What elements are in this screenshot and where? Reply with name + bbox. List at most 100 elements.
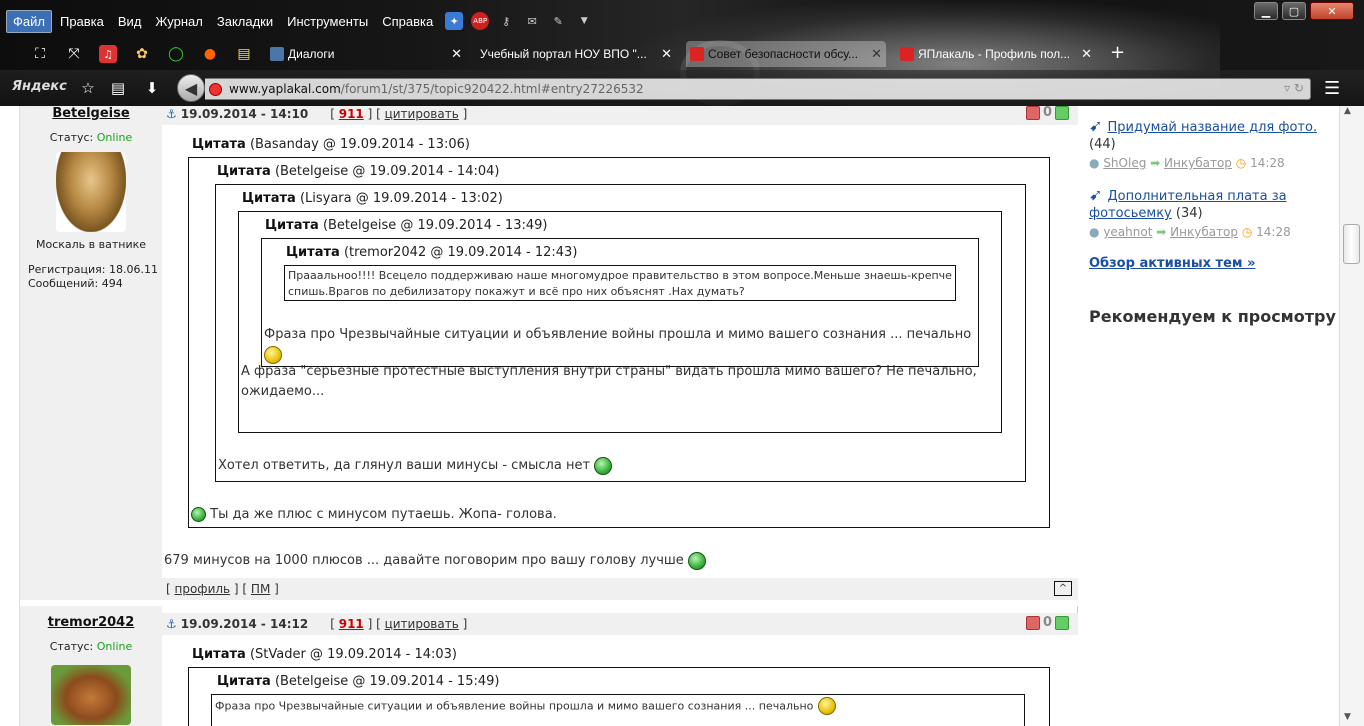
pinned-tab-doc-icon[interactable]: ▤ — [232, 42, 256, 66]
menu-file[interactable]: Файл — [6, 9, 52, 33]
rating-link[interactable]: 911 — [339, 107, 364, 121]
smiley-icon — [191, 507, 206, 522]
nav-bar: Яндекс ☆ ▤ ⬇ ◀ www.yaplakal.com/forum1/s… — [0, 70, 1364, 106]
clock-icon: ◷ — [1235, 156, 1247, 170]
quote-header: Цитата (Basanday @ 19.09.2014 - 13:06) — [192, 137, 470, 152]
thumb-up-icon[interactable] — [1055, 106, 1069, 120]
mail-icon[interactable]: ✉ — [523, 12, 541, 30]
adblock-icon[interactable]: ABP — [471, 12, 490, 30]
smiley-icon — [817, 697, 836, 715]
user-title: Москаль в ватнике — [35, 238, 147, 251]
quote-header: Цитата (Betelgeise @ 19.09.2014 - 15:49) — [217, 674, 500, 689]
page-content: Betelgeise Статус: Online Москаль в ватн… — [0, 106, 1364, 726]
anchor-icon[interactable]: ⚓ — [166, 617, 177, 631]
reload-icon[interactable]: ▿ ↻ — [1284, 81, 1304, 95]
pinned-tab-fullscreen-icon[interactable]: ⤧ — [62, 42, 86, 66]
quote-block: Цитата (Betelgeise @ 19.09.2014 - 15:49)… — [188, 667, 1050, 726]
tab-dialogs[interactable]: Диалоги ✕ — [266, 41, 466, 67]
tab-close-icon[interactable]: ✕ — [451, 46, 462, 62]
forum-posts: Betelgeise Статус: Online Москаль в ватн… — [20, 106, 1078, 726]
rating-link[interactable]: 911 — [339, 617, 364, 631]
pinned-tab-fire-icon[interactable]: ● — [198, 42, 222, 66]
quote-text: Ты да же плюс с минусом путаешь. Жопа- г… — [210, 507, 557, 522]
active-topics-overview-link[interactable]: Обзор активных тем » — [1089, 256, 1255, 271]
smiley-icon — [594, 456, 613, 475]
right-column: ➹ Придумай название для фото. (44) ● ShO… — [1079, 106, 1339, 726]
tab-profile[interactable]: ЯПлакаль - Профиль пол... ✕ — [896, 41, 1096, 67]
left-margin — [0, 106, 20, 726]
tab-close-icon[interactable]: ✕ — [871, 46, 882, 62]
tab-security-council[interactable]: Совет безопасности обсу... ✕ — [686, 41, 886, 67]
back-icon[interactable]: ◀ — [177, 74, 205, 102]
avatar[interactable] — [51, 665, 131, 725]
topic-link[interactable]: Дополнительная плата за — [1108, 189, 1287, 204]
thumb-down-icon[interactable] — [1025, 106, 1040, 120]
topic-link[interactable]: Придумай название для фото. — [1108, 120, 1318, 135]
scroll-top-button[interactable]: ^ — [1054, 581, 1072, 596]
post-header: ⚓ 19.09.2014 - 14:12 [ 911 ] [ цитироват… — [162, 613, 1078, 635]
tab-bar: ⛶ ⤧ ♫ ✿ ◯ ● ▤ Диалоги ✕ Учебный портал Н… — [0, 40, 1364, 68]
pinned-tab-music-icon[interactable]: ♫ — [99, 45, 117, 63]
menu-edit[interactable]: Правка — [54, 11, 110, 32]
quote-header: Цитата (Betelgeise @ 19.09.2014 - 13:49) — [265, 218, 548, 233]
minimize-button[interactable]: ▁ — [1254, 2, 1278, 20]
tab-close-icon[interactable]: ✕ — [1081, 46, 1092, 62]
quote-block: Цитата (tremor2042 @ 19.09.2014 - 12:43)… — [261, 238, 979, 367]
vote-controls: 0 — [1023, 106, 1072, 120]
download-icon[interactable]: ⬇ — [142, 78, 162, 98]
cite-link[interactable]: цитировать — [385, 617, 459, 631]
scrollbar-thumb[interactable] — [1343, 224, 1360, 264]
star-icon[interactable]: ☆ — [78, 78, 98, 98]
avatar[interactable] — [56, 152, 126, 232]
menu-help[interactable]: Справка — [376, 11, 439, 32]
profile-link[interactable]: профиль — [175, 582, 231, 596]
author-name[interactable]: tremor2042 — [20, 615, 162, 630]
tab-close-icon[interactable]: ✕ — [661, 46, 672, 62]
topic-link[interactable]: фотосьемку — [1089, 206, 1172, 221]
browser-window: Файл Правка Вид Журнал Закладки Инструме… — [0, 0, 1364, 726]
author-name[interactable]: Betelgeise — [20, 106, 162, 121]
quote-block: Цитата (Betelgeise @ 19.09.2014 - 13:49)… — [238, 211, 1002, 433]
scroll-down-icon[interactable]: ▼ — [1344, 712, 1351, 722]
user-icon: ● — [1089, 156, 1100, 170]
yaplakal-icon — [690, 47, 704, 61]
scroll-up-icon[interactable]: ▲ — [1344, 106, 1351, 116]
menu-tools[interactable]: Инструменты — [281, 11, 374, 32]
thumb-down-icon[interactable] — [1025, 615, 1040, 630]
post-author-sidebar: Betelgeise Статус: Online Москаль в ватн… — [20, 106, 162, 578]
pinned-tab-expand-icon[interactable]: ⛶ — [28, 42, 52, 66]
pm-link[interactable]: ПМ — [251, 582, 270, 596]
vk-icon — [270, 47, 284, 61]
tab-portal[interactable]: Учебный портал НОУ ВПО "... ✕ — [476, 41, 676, 67]
scrollbar[interactable]: ▲ ▼ — [1339, 106, 1364, 726]
user-registration: Регистрация: 18.06.11 — [28, 263, 158, 276]
topic-pin-icon: ➹ — [1089, 116, 1103, 135]
menu-history[interactable]: Журнал — [149, 11, 208, 32]
url-input[interactable]: www.yaplakal.com/forum1/st/375/topic9204… — [205, 78, 1311, 100]
site-icon — [209, 83, 222, 96]
quote-text: А фраза "серьезные протестные выступлени… — [241, 364, 977, 399]
smiley-icon — [687, 551, 706, 570]
pinned-tab-refresh-icon[interactable]: ◯ — [164, 42, 188, 66]
pinned-tab-flower-icon[interactable]: ✿ — [130, 42, 154, 66]
menu-bookmarks[interactable]: Закладки — [211, 11, 279, 32]
active-topic: ➹ Дополнительная плата за фотосьемку (34… — [1089, 185, 1291, 239]
cite-link[interactable]: цитировать — [385, 107, 459, 121]
menu-icon[interactable]: ☰ — [1324, 78, 1346, 99]
quote-block: Прааальноо!!!! Всецело поддерживаю наше … — [284, 265, 956, 301]
dropdown-icon[interactable]: ▼ — [575, 12, 593, 30]
post-footer: [ профиль ] [ ПМ ] ^ — [162, 578, 1078, 600]
maximize-button[interactable]: ▢ — [1282, 2, 1306, 20]
clock-icon: ◷ — [1241, 225, 1253, 239]
bookmarks-icon[interactable]: ▤ — [108, 78, 128, 98]
key-icon[interactable]: ⚷ — [497, 12, 515, 30]
quote-text: Прааальноо!!!! Всецело поддерживаю наше … — [288, 269, 952, 298]
bird-icon[interactable]: ✦ — [445, 12, 464, 30]
close-button[interactable]: ✕ — [1310, 2, 1354, 20]
anchor-icon[interactable]: ⚓ — [166, 107, 177, 121]
new-tab-icon[interactable]: + — [1110, 42, 1125, 63]
thumb-up-icon[interactable] — [1055, 615, 1069, 630]
edit-icon[interactable]: ✎ — [549, 12, 567, 30]
menu-view[interactable]: Вид — [112, 11, 148, 32]
browser-chrome: Файл Правка Вид Журнал Закладки Инструме… — [0, 0, 1364, 106]
